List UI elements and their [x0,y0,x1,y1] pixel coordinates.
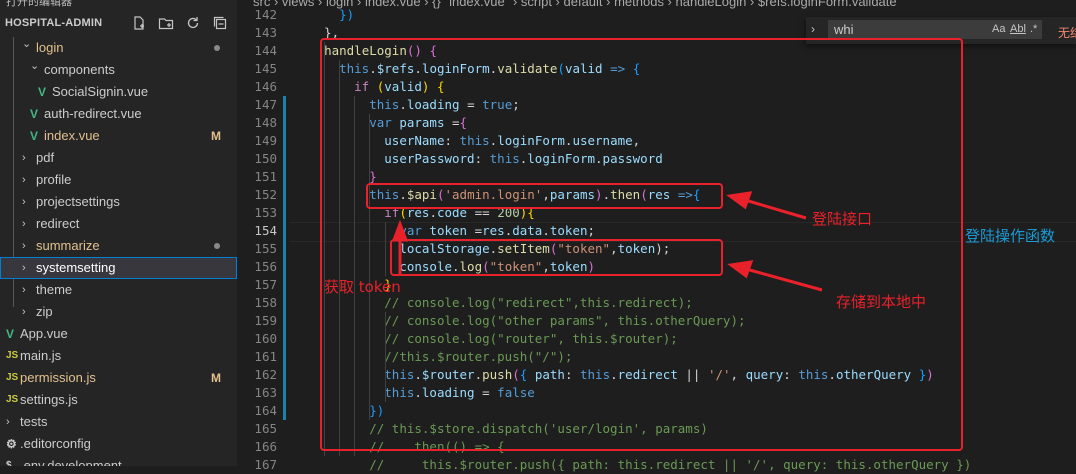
get-token-annotation: 获取 token [324,278,401,296]
annotation-arrows [391,191,823,292]
store-local-annotation: 存储到本地中 [836,293,927,311]
login-api-annotation: 登陆接口 [812,210,873,228]
login-handler-annotation: 登陆操作函数 [965,227,1056,245]
